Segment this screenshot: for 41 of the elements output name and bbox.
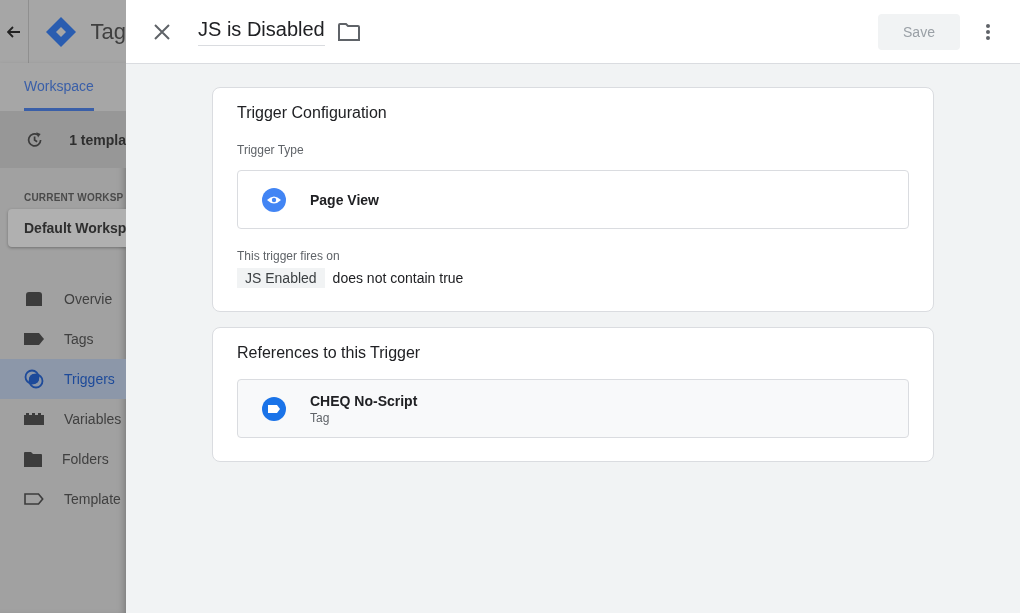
fires-on-label: This trigger fires on xyxy=(237,249,341,263)
nav-item[interactable]: Triggers xyxy=(0,359,126,399)
more-icon xyxy=(985,22,991,41)
eye-icon xyxy=(262,187,286,212)
folder-icon xyxy=(24,451,42,467)
card-title: Trigger Configuration xyxy=(237,104,388,122)
blocks-icon xyxy=(24,413,44,425)
overview-icon xyxy=(24,292,44,306)
tag-icon xyxy=(262,396,286,421)
trigger-type-label: Trigger Type xyxy=(237,143,305,157)
history-icon xyxy=(26,129,44,150)
tag-icon xyxy=(24,333,44,345)
nav-label: Folders xyxy=(62,451,109,467)
folder-icon xyxy=(337,22,360,41)
nav-item[interactable]: Folders xyxy=(0,439,126,479)
nav-item[interactable]: Tags xyxy=(0,319,126,359)
tag-outline-icon xyxy=(24,493,44,505)
workspace-heading: CURRENT WORKSP xyxy=(23,191,125,203)
app-title: Tag xyxy=(90,18,126,45)
nav-label: Tags xyxy=(64,331,94,347)
triggers-icon xyxy=(24,369,44,389)
reference-type: Tag xyxy=(310,410,331,425)
variable-chip: JS Enabled xyxy=(237,268,325,288)
reference-name: CHEQ No-Script xyxy=(310,392,418,409)
nav-label: Variables xyxy=(64,411,122,427)
notice-text: 1 templa xyxy=(69,131,126,148)
nav-item[interactable]: Variables xyxy=(0,399,126,439)
reference-item[interactable]: CHEQ No-Script Tag xyxy=(237,379,909,438)
close-icon xyxy=(154,23,170,40)
nav-item[interactable]: Template xyxy=(0,479,126,519)
condition-text: does not contain true xyxy=(332,270,464,286)
card-title: References to this Trigger xyxy=(237,344,422,362)
workspace-selector[interactable]: Default Worksp xyxy=(8,209,126,247)
nav-label: Overvie xyxy=(64,291,113,307)
nav-label: Triggers xyxy=(64,371,115,387)
back-arrow-icon xyxy=(6,25,21,38)
diamond-logo-icon xyxy=(44,15,77,48)
trigger-name-field[interactable]: JS is Disabled xyxy=(198,17,325,46)
nav-label: Template xyxy=(64,491,121,507)
trigger-type-selector[interactable]: Page View xyxy=(237,170,909,229)
nav-item[interactable]: Overvie xyxy=(0,279,126,319)
